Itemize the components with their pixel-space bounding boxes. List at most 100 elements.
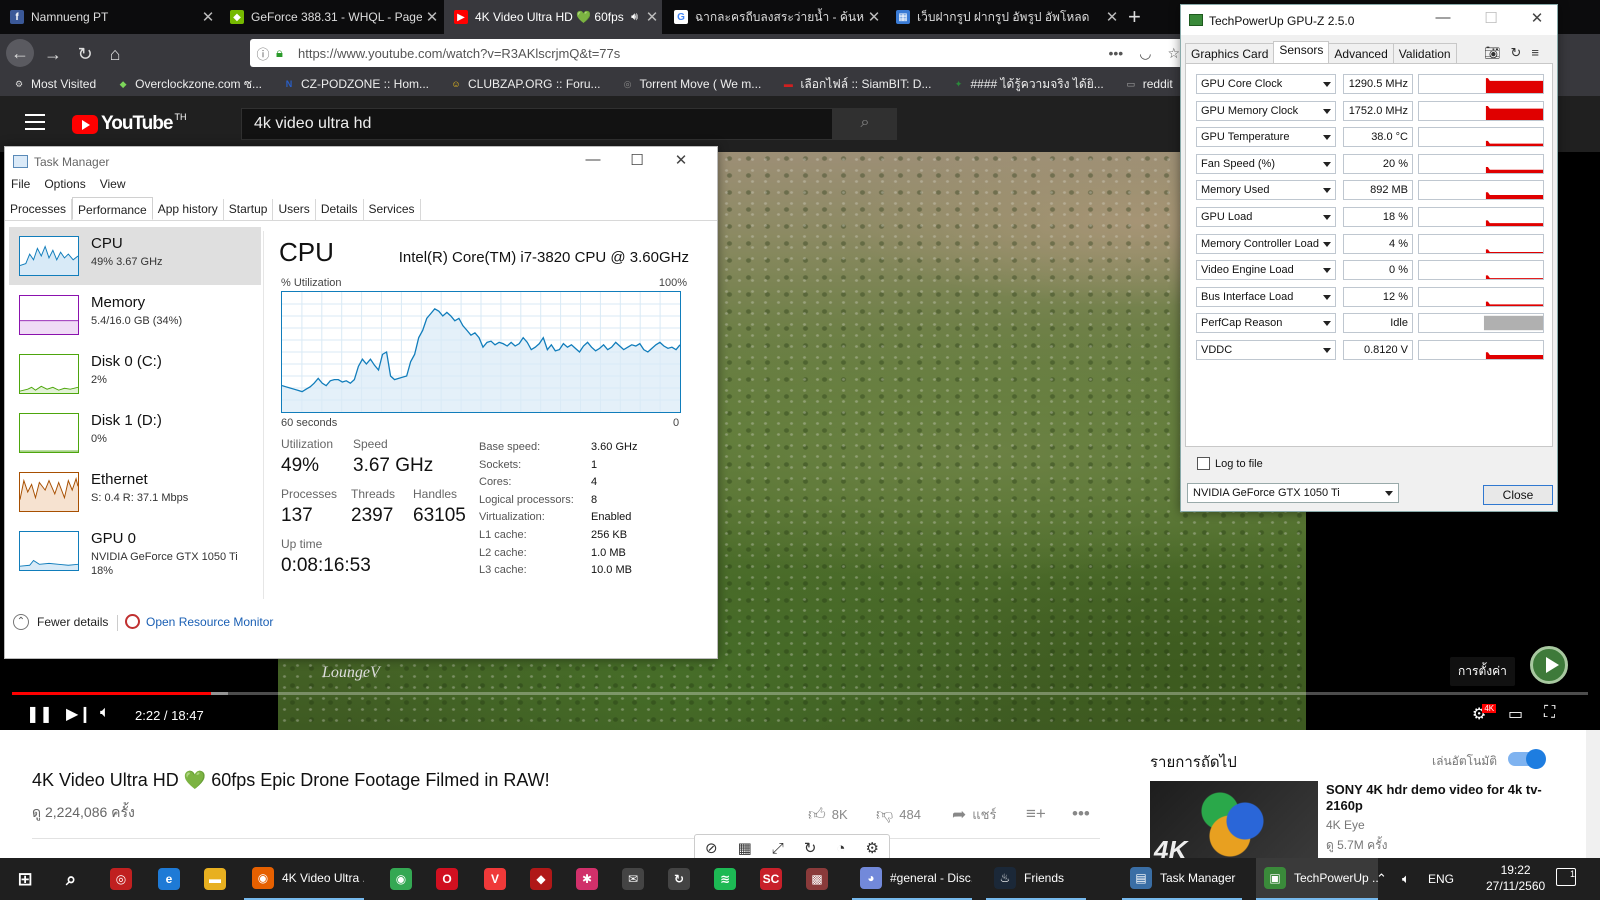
- bookmark-item[interactable]: ⚙ Most Visited: [0, 77, 104, 91]
- reload-button[interactable]: ↻: [72, 41, 98, 67]
- sensor-label-dropdown[interactable]: Bus Interface Load: [1196, 286, 1336, 307]
- browser-tab[interactable]: ▶ 4K Video Ultra HD 💚 60fps 🔊︎ ✕: [444, 0, 662, 34]
- red-app-icon[interactable]: ◎: [110, 858, 132, 900]
- language-indicator[interactable]: ENG: [1428, 858, 1454, 900]
- edge-icon[interactable]: e: [158, 858, 180, 900]
- taskbar-app-task-manager[interactable]: ▤ Task Manager: [1122, 858, 1242, 900]
- perf-item-memory[interactable]: Memory 5.4/16.0 GB (34%): [9, 286, 261, 344]
- file-explorer-icon[interactable]: ▬: [204, 858, 226, 900]
- tray-chevron-icon[interactable]: ⌃: [1376, 858, 1387, 900]
- theater-mode-icon[interactable]: ▭: [1508, 704, 1523, 724]
- add-to-playlist-button[interactable]: ≡+: [1026, 804, 1052, 824]
- sensor-label-dropdown[interactable]: VDDC: [1196, 340, 1336, 360]
- sensor-label-dropdown[interactable]: GPU Load: [1196, 207, 1336, 227]
- tab-close-icon[interactable]: ✕: [1102, 8, 1122, 26]
- bookmark-item[interactable]: N CZ-PODZONE :: Hom...: [270, 77, 437, 91]
- taskbar-app-firefox[interactable]: ◉ 4K Video Ultra ...: [244, 858, 364, 900]
- tab-performance[interactable]: Performance: [72, 197, 153, 220]
- home-button[interactable]: ⌂: [102, 41, 128, 67]
- windows-start-icon[interactable]: ⊞: [14, 858, 36, 900]
- block-icon[interactable]: ⊘: [705, 839, 718, 857]
- film-icon[interactable]: ▦: [738, 839, 752, 857]
- gpu-select-dropdown[interactable]: NVIDIA GeForce GTX 1050 Ti: [1187, 483, 1399, 503]
- game-app-icon[interactable]: ▩: [806, 858, 828, 900]
- tab-close-icon[interactable]: ✕: [864, 8, 884, 26]
- search-icon[interactable]: ⌕: [60, 858, 82, 900]
- up-next-video-title[interactable]: SONY 4K hdr demo video for 4k tv-2160p: [1326, 782, 1556, 814]
- menu-view[interactable]: View: [94, 177, 134, 197]
- gpuz-close-button[interactable]: Close: [1483, 485, 1553, 505]
- taskbar-app-discord[interactable]: ◕ #general - Disc...: [852, 858, 972, 900]
- tab-app-history[interactable]: App history: [153, 199, 224, 220]
- perf-item-ethernet[interactable]: Ethernet S: 0.4 R: 37.1 Mbps: [9, 463, 261, 521]
- vivaldi-icon[interactable]: V: [484, 858, 506, 900]
- more-actions-button[interactable]: •••: [1072, 804, 1096, 824]
- menu-file[interactable]: File: [5, 177, 38, 197]
- chrome-icon[interactable]: ◉: [390, 858, 412, 900]
- settings-gear-icon[interactable]: ⚙4K: [1472, 704, 1500, 724]
- up-next-thumbnail[interactable]: 4K: [1150, 781, 1318, 861]
- search-icon[interactable]: ⌕: [833, 108, 897, 140]
- sensor-label-dropdown[interactable]: Memory Controller Load: [1196, 233, 1336, 254]
- minimize-button[interactable]: —: [1421, 9, 1465, 26]
- tab-audio-icon[interactable]: 🔊︎: [631, 11, 638, 24]
- spotify-icon[interactable]: ≋: [714, 858, 736, 900]
- youtube-logo[interactable]: YouTube TH: [72, 112, 186, 135]
- fewer-details-button[interactable]: ⌃ Fewer details: [13, 614, 108, 630]
- gears-icon[interactable]: ⚙: [866, 839, 879, 857]
- next-video-overlay-button[interactable]: [1530, 646, 1568, 684]
- up-next-channel[interactable]: 4K Eye: [1326, 818, 1365, 832]
- open-resource-monitor-link[interactable]: Open Resource Monitor: [125, 614, 273, 629]
- page-actions-button[interactable]: •••: [1101, 45, 1132, 61]
- bookmark-item[interactable]: ☺ CLUBZAP.ORG :: Foru...: [437, 77, 608, 91]
- browser-tab[interactable]: f Namnueng PT ✕: [0, 0, 218, 34]
- notification-center-icon[interactable]: 1: [1556, 868, 1576, 886]
- perf-item-disk-1-d[interactable]: Disk 1 (D:) 0%: [9, 404, 261, 462]
- taskbar-app-gpuz[interactable]: ▣ TechPowerUp ...: [1256, 858, 1378, 900]
- sensor-label-dropdown[interactable]: GPU Temperature: [1196, 127, 1336, 148]
- pause-icon[interactable]: ❚❚: [26, 704, 53, 724]
- tab-advanced[interactable]: Advanced: [1328, 43, 1394, 63]
- refresh-icon[interactable]: ↻: [804, 839, 817, 857]
- sensor-label-dropdown[interactable]: Fan Speed (%): [1196, 153, 1336, 174]
- youtube-search-input[interactable]: 4k video ultra hd: [241, 108, 833, 140]
- share-button[interactable]: ➦ แชร์: [952, 804, 996, 825]
- like-button[interactable]: 👍︎ 8K: [808, 804, 848, 825]
- tab-startup[interactable]: Startup: [224, 199, 274, 220]
- sensor-label-dropdown[interactable]: PerfCap Reason: [1196, 313, 1336, 334]
- forward-button[interactable]: →: [40, 41, 66, 67]
- close-button[interactable]: ✕: [1515, 9, 1559, 27]
- bookmark-item[interactable]: ✦ #### ได้รู้ความจริง ได้ยิ...: [939, 75, 1111, 94]
- tab-close-icon[interactable]: ✕: [422, 8, 442, 26]
- browser-tab[interactable]: ▦ เว็บฝากรูป ฝากรูป อัพรูป อัพโหลด ✕: [886, 0, 1122, 34]
- tab-graphics-card[interactable]: Graphics Card: [1185, 43, 1275, 63]
- sensor-label-dropdown[interactable]: GPU Memory Clock: [1196, 100, 1336, 121]
- sensor-label-dropdown[interactable]: Memory Used: [1196, 180, 1336, 201]
- perf-item-cpu[interactable]: CPU 49% 3.67 GHz: [9, 227, 261, 285]
- bug-app-icon[interactable]: ✱: [576, 858, 598, 900]
- perf-item-disk-0-c[interactable]: Disk 0 (C:) 2%: [9, 345, 261, 403]
- log-to-file-checkbox[interactable]: Log to file: [1197, 457, 1263, 470]
- hamburger-menu-icon[interactable]: [25, 114, 45, 130]
- gpuz-titlebar[interactable]: TechPowerUp GPU-Z 2.5.0 — ☐ ✕: [1181, 5, 1557, 35]
- tab-services[interactable]: Services: [364, 199, 421, 220]
- fullscreen-icon[interactable]: ⛶: [1544, 704, 1555, 722]
- bookmark-item[interactable]: ◆ Overclockzone.com ซ...: [104, 75, 270, 94]
- sc-app-icon[interactable]: SC: [760, 858, 782, 900]
- taskbar-clock[interactable]: 19:22 27/11/2560: [1486, 862, 1545, 894]
- new-tab-button[interactable]: +: [1128, 4, 1141, 30]
- opera-icon[interactable]: O: [436, 858, 458, 900]
- video-progress-bar[interactable]: [12, 692, 1588, 695]
- gauge-icon[interactable]: ◔: [836, 840, 845, 857]
- taskbar-app-steam[interactable]: ♨ Friends: [986, 858, 1086, 900]
- browser-tab[interactable]: ◆ GeForce 388.31 - WHQL - Page ✕: [220, 0, 442, 34]
- page-scrollbar[interactable]: [1586, 730, 1600, 858]
- refresh-icon[interactable]: ↻: [1511, 45, 1522, 61]
- minimize-button[interactable]: —: [571, 151, 615, 168]
- expand-icon[interactable]: ⤢: [772, 840, 784, 857]
- pocket-icon[interactable]: ◡: [1131, 45, 1159, 62]
- task-manager-titlebar[interactable]: Task Manager — ☐ ✕: [5, 147, 717, 177]
- camera-icon[interactable]: 📷︎: [1484, 45, 1501, 61]
- maximize-button[interactable]: ☐: [615, 151, 659, 169]
- tab-users[interactable]: Users: [273, 199, 316, 220]
